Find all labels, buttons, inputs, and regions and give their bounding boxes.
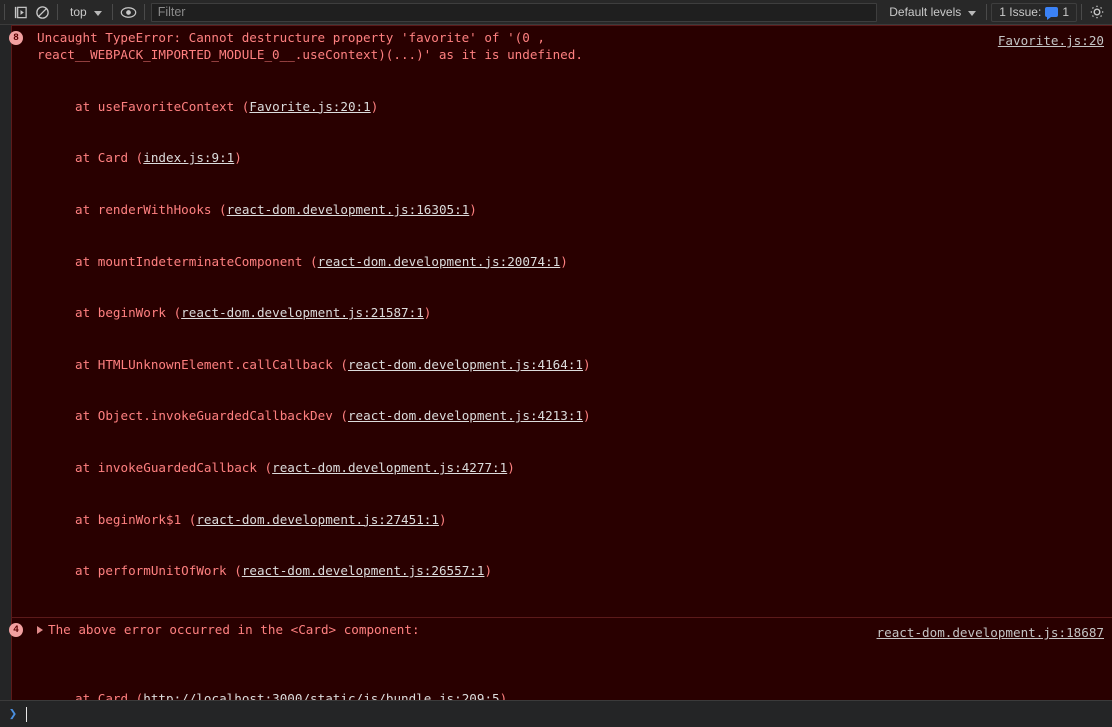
context-selector-label: top <box>70 5 87 19</box>
console-message[interactable]: 8 Favorite.js:20 Uncaught TypeError: Can… <box>0 25 1112 618</box>
stack-line: at mountIndeterminateComponent (react-do… <box>75 253 1104 270</box>
stack-fn: at performUnitOfWork ( <box>75 563 242 579</box>
message-headline-text: The above error occurred in the <Card> c… <box>48 621 420 637</box>
live-expression-icon[interactable] <box>117 2 140 23</box>
stack-fn: at renderWithHooks ( <box>75 202 227 218</box>
message-headline: Uncaught TypeError: Cannot destructure p… <box>37 30 583 63</box>
stack-fn: at useFavoriteContext ( <box>75 98 250 114</box>
stack-line: at beginWork (react-dom.development.js:2… <box>75 304 1104 321</box>
stack-line: at invokeGuardedCallback (react-dom.deve… <box>75 459 1104 476</box>
levels-selector[interactable]: Default levels <box>881 2 982 23</box>
levels-selector-label: Default levels <box>889 5 962 19</box>
stack-trace: at useFavoriteContext (Favorite.js:20:1)… <box>13 63 1104 614</box>
filter-placeholder: Filter <box>157 5 186 19</box>
stack-link[interactable]: react-dom.development.js:26557:1 <box>242 563 485 578</box>
stack-link[interactable]: react-dom.development.js:4277:1 <box>272 460 507 475</box>
source-link[interactable]: Favorite.js:20 <box>998 32 1104 49</box>
stack-tail: ) <box>560 253 568 269</box>
stack-fn: at mountIndeterminateComponent ( <box>75 253 318 269</box>
toolbar-divider-2 <box>57 4 58 20</box>
context-selector[interactable]: top <box>62 2 108 23</box>
filter-input[interactable]: Filter <box>150 2 878 22</box>
stack-line: at useFavoriteContext (Favorite.js:20:1) <box>75 98 1104 115</box>
stack-tail: ) <box>438 511 447 527</box>
toolbar-divider-3 <box>111 4 113 20</box>
stack-tail: ) <box>484 563 493 579</box>
stack-line: at HTMLUnknownElement.callCallback (reac… <box>75 356 1104 373</box>
stack-line: at Card (index.js:9:1) <box>75 149 1104 166</box>
execute-snippet-icon[interactable] <box>9 2 31 23</box>
prompt-text-caret <box>26 706 27 722</box>
stack-tail: ) <box>234 150 242 166</box>
console-toolbar: top Filter Default levels 1 Issue: 1 <box>0 0 1112 25</box>
stack-link[interactable]: react-dom.development.js:21587:1 <box>181 305 424 320</box>
stack-tail: ) <box>583 356 591 372</box>
stack-fn: at beginWork$1 ( <box>75 511 197 527</box>
source-link[interactable]: react-dom.development.js:18687 <box>877 624 1104 641</box>
console-message-list[interactable]: 8 Favorite.js:20 Uncaught TypeError: Can… <box>0 25 1112 719</box>
repeat-count-badge: 4 <box>9 622 23 637</box>
stack-link[interactable]: Favorite.js:20:1 <box>249 99 370 114</box>
console-prompt[interactable]: ❯ <box>0 700 1112 727</box>
toolbar-divider-5 <box>986 4 988 20</box>
stack-link[interactable]: react-dom.development.js:27451:1 <box>196 512 439 527</box>
issue-chat-icon <box>1045 7 1059 20</box>
stack-line: at beginWork$1 (react-dom.development.js… <box>75 511 1104 528</box>
stack-line: at renderWithHooks (react-dom.developmen… <box>75 201 1104 218</box>
stack-fn: at beginWork ( <box>75 305 182 321</box>
gear-icon[interactable] <box>1086 2 1108 23</box>
stack-fn: at Card ( <box>75 150 144 166</box>
stack-link[interactable]: react-dom.development.js:4213:1 <box>348 408 583 423</box>
issues-button[interactable]: 1 Issue: 1 <box>991 2 1077 22</box>
chevron-down-icon-2 <box>968 10 977 16</box>
toolbar-divider <box>4 4 5 20</box>
stack-link[interactable]: react-dom.development.js:16305:1 <box>227 202 470 217</box>
repeat-count-badge: 8 <box>9 31 23 45</box>
chevron-down-icon <box>93 10 102 16</box>
stack-tail: ) <box>583 408 591 424</box>
issues-label: 1 Issue: <box>999 5 1042 19</box>
stack-tail: ) <box>469 202 477 218</box>
stack-tail: ) <box>507 460 515 476</box>
issues-count: 1 <box>1062 5 1069 19</box>
stack-line: at performUnitOfWork (react-dom.developm… <box>75 562 1104 579</box>
clear-console-icon[interactable] <box>31 2 53 23</box>
stack-link[interactable]: index.js:9:1 <box>143 150 234 165</box>
prompt-arrow-icon: ❯ <box>8 706 18 722</box>
stack-link[interactable]: react-dom.development.js:20074:1 <box>318 254 561 269</box>
stack-fn: at invokeGuardedCallback ( <box>75 460 273 476</box>
stack-tail: ) <box>370 98 379 114</box>
toolbar-divider-6 <box>1081 4 1082 20</box>
stack-line: at Object.invokeGuardedCallbackDev (reac… <box>75 407 1104 424</box>
stack-fn: at HTMLUnknownElement.callCallback ( <box>75 356 348 372</box>
stack-tail: ) <box>423 305 432 321</box>
toolbar-divider-4 <box>143 4 145 20</box>
expand-triangle-icon[interactable] <box>37 625 43 634</box>
stack-fn: at Object.invokeGuardedCallbackDev ( <box>75 408 348 424</box>
stack-link[interactable]: react-dom.development.js:4164:1 <box>348 357 583 372</box>
